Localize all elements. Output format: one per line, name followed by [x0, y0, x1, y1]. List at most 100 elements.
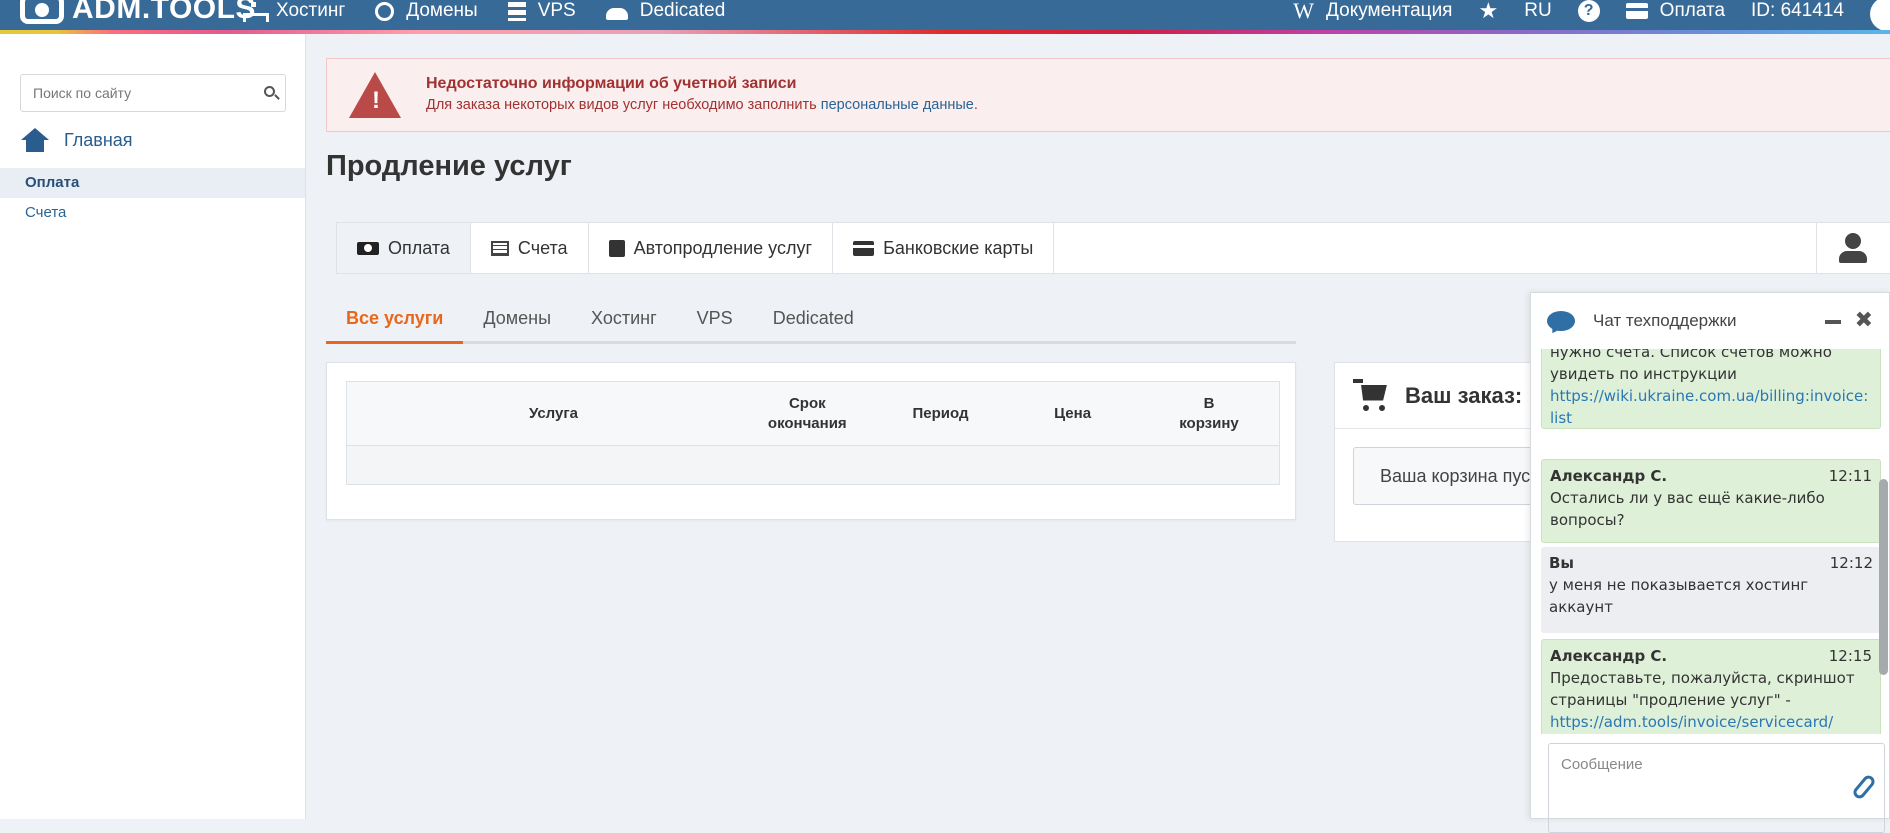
subtab-domains[interactable]: Домены	[463, 300, 571, 344]
tab-autorenew[interactable]: Автопродление услуг	[589, 223, 834, 273]
col-price: Цена	[1054, 404, 1092, 422]
paperclip-icon[interactable]	[1851, 773, 1877, 801]
nav-help[interactable]: ?	[1577, 0, 1600, 22]
nav-docs-label: Документация	[1326, 0, 1453, 21]
message-time: 12:15	[1828, 647, 1872, 665]
col-period: Период	[912, 404, 969, 422]
message-text: Остались ли у вас ещё какие-либо вопросы…	[1550, 489, 1825, 529]
chat-messages: нужно счета. Список счетов можно увидеть…	[1531, 349, 1890, 734]
subtab-dedicated[interactable]: Dedicated	[753, 300, 874, 344]
chat-message: Александр С. 12:11 Остались ли у вас ещё…	[1541, 459, 1881, 543]
chat-input-placeholder: Сообщение	[1561, 756, 1643, 773]
services-table: Услуга Срок окончания Период Цена В корз…	[346, 381, 1280, 485]
chat-scrollbar-thumb[interactable]	[1879, 479, 1888, 675]
avatar[interactable]	[1870, 0, 1890, 31]
wikipedia-icon: W	[1293, 0, 1315, 23]
user-nav: W Документация ★ RU ? Оплата ID: 641414	[1293, 0, 1890, 31]
list-icon	[490, 240, 509, 256]
star-icon: ★	[1478, 0, 1499, 23]
server-icon	[507, 1, 526, 21]
subtab-hosting[interactable]: Хостинг	[571, 300, 677, 344]
minimize-icon[interactable]	[1825, 320, 1841, 324]
nav-hosting-label: Хостинг	[276, 0, 346, 21]
subtab-all-services[interactable]: Все услуги	[326, 300, 464, 344]
globe-icon	[375, 1, 395, 21]
nav-language[interactable]: RU	[1524, 0, 1551, 22]
chat-message: нужно счета. Список счетов можно увидеть…	[1541, 349, 1881, 429]
question-icon: ?	[1577, 0, 1600, 22]
warning-icon-glyph: !	[372, 87, 380, 114]
main-nav: Хостинг Домены VPS Dedicated	[242, 0, 755, 28]
credit-card-icon	[853, 240, 875, 256]
message-author: Александр С.	[1550, 467, 1668, 485]
sidebar: Поиск по сайту Главная Оплата Счета	[0, 34, 306, 819]
account-id-label: ID: 641414	[1751, 0, 1844, 21]
nav-docs[interactable]: W Документация	[1293, 0, 1452, 24]
chat-bubble-icon	[1547, 311, 1575, 331]
subtab-vps[interactable]: VPS	[677, 300, 753, 344]
top-navbar: ADM.TOOLS Хостинг Домены VPS Dedicated W…	[0, 0, 1890, 34]
order-title: Ваш заказ:	[1405, 382, 1523, 408]
cart-icon	[1353, 378, 1391, 413]
nav-vps-label: VPS	[537, 0, 576, 21]
site-logo[interactable]: ADM.TOOLS	[20, 0, 256, 26]
alert-title: Недостаточно информации об учетной запис…	[426, 75, 797, 92]
sidebar-item-invoices[interactable]: Счета	[0, 198, 305, 228]
message-link[interactable]: https://wiki.ukraine.com.ua/billing:invo…	[1550, 387, 1868, 427]
calendar-icon	[608, 239, 625, 257]
col-service: Услуга	[528, 404, 578, 422]
language-label: RU	[1524, 0, 1552, 21]
message-text: у меня не показывается хостинг аккаунт	[1549, 576, 1809, 616]
search-placeholder: Поиск по сайту	[33, 85, 132, 101]
personal-data-link[interactable]: персональные данные	[821, 97, 974, 113]
nav-payment[interactable]: Оплата	[1625, 0, 1726, 22]
account-id[interactable]: ID: 641414	[1751, 0, 1844, 22]
user-icon[interactable]	[1816, 223, 1890, 273]
search-icon[interactable]	[264, 86, 275, 97]
tab-autorenew-label: Автопродление услуг	[633, 237, 813, 258]
service-filter-tabs: Все услуги Домены Хостинг VPS Dedicated	[326, 300, 1296, 344]
tab-invoices[interactable]: Счета	[471, 223, 589, 273]
nav-hosting[interactable]: Хостинг	[242, 0, 345, 22]
sidebar-item-payment[interactable]: Оплата	[0, 168, 305, 198]
nav-domains-label: Домены	[406, 0, 478, 21]
alert-text: Для заказа некоторых видов услуг необход…	[426, 97, 978, 113]
tab-payment-label: Оплата	[388, 237, 450, 258]
services-card: Услуга Срок окончания Период Цена В корз…	[326, 362, 1296, 520]
nav-dedicated[interactable]: Dedicated	[605, 0, 726, 22]
chat-title: Чат техподдержки	[1593, 311, 1737, 330]
nav-domains[interactable]: Домены	[375, 0, 478, 22]
main-tabs: Оплата Счета Автопродление услуг Банковс…	[336, 222, 1890, 274]
chat-scrollbar[interactable]	[1879, 383, 1888, 683]
message-time: 12:11	[1828, 467, 1872, 485]
account-info-alert: ! Недостаточно информации об учетной зап…	[326, 58, 1890, 132]
message-time: 12:12	[1829, 554, 1873, 572]
nav-dedicated-label: Dedicated	[639, 0, 726, 21]
home-icon	[20, 128, 50, 152]
nav-payment-label: Оплата	[1659, 0, 1726, 21]
table-header: Услуга Срок окончания Период Цена В корз…	[347, 382, 1279, 446]
sidebar-home-link[interactable]: Главная	[20, 128, 133, 152]
tab-invoices-label: Счета	[517, 237, 568, 258]
search-input[interactable]: Поиск по сайту	[20, 74, 286, 112]
close-icon[interactable]: ✖	[1855, 307, 1873, 333]
logo-text: ADM.TOOLS	[72, 0, 256, 25]
tab-bank-cards[interactable]: Банковские карты	[833, 223, 1055, 273]
hdd-icon	[605, 8, 628, 20]
message-text: нужно счета. Список счетов можно увидеть…	[1550, 349, 1832, 383]
sidebar-home-label: Главная	[64, 129, 133, 150]
chat-message-input[interactable]: Сообщение	[1548, 743, 1885, 833]
chat-message: Вы 12:12 у меня не показывается хостинг …	[1541, 547, 1881, 633]
message-author: Александр С.	[1550, 647, 1668, 665]
col-add-to-cart: В корзину	[1179, 394, 1239, 432]
alert-text-end: .	[973, 97, 978, 113]
page-title: Продление услуг	[326, 150, 572, 182]
chat-header: Чат техподдержки ✖	[1531, 293, 1889, 349]
tab-payment[interactable]: Оплата	[337, 223, 471, 273]
sitemap-icon	[242, 1, 269, 22]
message-link[interactable]: https://adm.tools/invoice/servicecard/	[1550, 713, 1833, 731]
nav-vps[interactable]: VPS	[507, 0, 576, 22]
alert-text-body: Для заказа некоторых видов услуг необход…	[426, 97, 821, 113]
order-header: Ваш заказ:	[1335, 363, 1553, 429]
nav-favorites[interactable]: ★	[1478, 0, 1499, 23]
